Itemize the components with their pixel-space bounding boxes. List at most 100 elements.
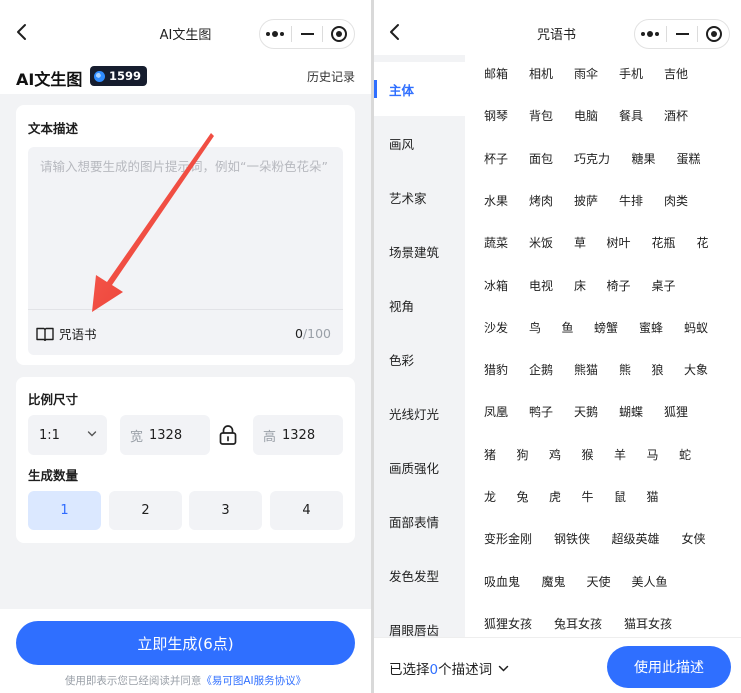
spell-tag[interactable]: 相机 [529, 65, 553, 82]
spell-tag[interactable]: 熊猫 [574, 361, 598, 378]
spell-tag[interactable]: 烤肉 [529, 192, 553, 209]
spell-tag[interactable]: 变形金刚 [484, 530, 532, 547]
spell-tag[interactable]: 羊 [614, 446, 626, 463]
spell-tag[interactable]: 吉他 [664, 65, 688, 82]
spell-tag[interactable]: 猴 [582, 446, 594, 463]
minimize-button[interactable] [292, 20, 323, 48]
spell-tag[interactable]: 鱼 [562, 319, 574, 336]
spell-tag[interactable]: 雨伞 [574, 65, 598, 82]
spell-tag[interactable]: 兔耳女孩 [554, 615, 602, 632]
spell-tag[interactable]: 钢琴 [484, 107, 508, 124]
spell-tag[interactable]: 大象 [684, 361, 708, 378]
close-miniprogram-button[interactable] [323, 20, 354, 48]
spell-tag[interactable]: 酒杯 [664, 107, 688, 124]
spell-tag[interactable]: 吸血鬼 [484, 573, 520, 590]
spell-tag[interactable]: 面包 [529, 150, 553, 167]
spell-tag[interactable]: 鸡 [549, 446, 561, 463]
count-option-3[interactable]: 3 [189, 491, 262, 530]
close-miniprogram-button[interactable] [698, 20, 729, 48]
spell-tag[interactable]: 牛排 [619, 192, 643, 209]
prompt-input[interactable] [28, 147, 343, 307]
lock-icon[interactable] [218, 424, 238, 446]
spell-tag[interactable]: 披萨 [574, 192, 598, 209]
category-item[interactable]: 面部表情 [374, 494, 465, 548]
spell-tag[interactable]: 狗 [517, 446, 529, 463]
generate-button[interactable]: 立即生成(6点) [16, 621, 355, 665]
use-description-button[interactable]: 使用此描述 [607, 646, 731, 688]
spell-tag[interactable]: 米饭 [529, 234, 553, 251]
spell-tag[interactable]: 蛇 [679, 446, 691, 463]
spell-tag[interactable]: 钢铁侠 [554, 530, 590, 547]
spellbook-button[interactable]: 咒语书 [36, 324, 97, 343]
spell-tag[interactable]: 草 [574, 234, 586, 251]
spell-tag[interactable]: 鸟 [529, 319, 541, 336]
spell-tag[interactable]: 水果 [484, 192, 508, 209]
height-field[interactable]: 高 1328 [253, 415, 343, 455]
spell-tag[interactable]: 蔬菜 [484, 234, 508, 251]
ratio-select[interactable]: 1:1 [28, 415, 107, 455]
spell-tag[interactable]: 企鹅 [529, 361, 553, 378]
spell-tag[interactable]: 餐具 [619, 107, 643, 124]
spell-tag[interactable]: 树叶 [607, 234, 631, 251]
spell-tag[interactable]: 猎豹 [484, 361, 508, 378]
spell-tag[interactable]: 魔鬼 [542, 573, 566, 590]
more-button[interactable] [260, 20, 291, 48]
count-option-2[interactable]: 2 [109, 491, 182, 530]
spell-tag[interactable]: 龙 [484, 488, 496, 505]
category-item[interactable]: 场景建筑 [374, 224, 465, 278]
spell-tag[interactable]: 蚂蚁 [684, 319, 708, 336]
spell-tag[interactable]: 牛 [582, 488, 594, 505]
spell-tag[interactable]: 凤凰 [484, 403, 508, 420]
spell-tag[interactable]: 手机 [619, 65, 643, 82]
spell-tag[interactable]: 猪 [484, 446, 496, 463]
spell-tag[interactable]: 天鹅 [574, 403, 598, 420]
spell-tag[interactable]: 蜜蜂 [639, 319, 663, 336]
spell-tag[interactable]: 桌子 [652, 277, 676, 294]
spell-tag[interactable]: 猫 [647, 488, 659, 505]
spell-tag[interactable]: 邮箱 [484, 65, 508, 82]
spell-tag[interactable]: 狐狸女孩 [484, 615, 532, 632]
spell-tag[interactable]: 女侠 [682, 530, 706, 547]
spell-tag[interactable]: 天使 [587, 573, 611, 590]
category-item[interactable]: 艺术家 [374, 170, 465, 224]
spell-tag[interactable]: 椅子 [607, 277, 631, 294]
spell-tag[interactable]: 狐狸 [664, 403, 688, 420]
spell-tag[interactable]: 鼠 [614, 488, 626, 505]
spell-tag[interactable]: 熊 [619, 361, 631, 378]
spell-tag[interactable]: 电视 [529, 277, 553, 294]
spell-tag[interactable]: 冰箱 [484, 277, 508, 294]
spell-tag[interactable]: 床 [574, 277, 586, 294]
spell-tag[interactable]: 美人鱼 [632, 573, 668, 590]
category-item[interactable]: 视角 [374, 278, 465, 332]
spell-tag[interactable]: 花瓶 [652, 234, 676, 251]
spell-tag[interactable]: 肉类 [664, 192, 688, 209]
spell-tag[interactable]: 花 [697, 234, 709, 251]
category-item[interactable]: 光线灯光 [374, 386, 465, 440]
spell-tag[interactable]: 蛋糕 [677, 150, 701, 167]
spell-tag[interactable]: 猫耳女孩 [624, 615, 672, 632]
spell-tag[interactable]: 巧克力 [574, 150, 610, 167]
count-option-1[interactable]: 1 [28, 491, 101, 530]
agreement-link[interactable]: 《易可图AI服务协议》 [201, 675, 306, 687]
selected-count-toggle[interactable]: 已选择0个描述词 [389, 658, 509, 678]
category-item[interactable]: 主体 [374, 62, 465, 116]
spell-tag[interactable]: 狼 [652, 361, 664, 378]
spell-tag[interactable]: 鸭子 [529, 403, 553, 420]
category-item[interactable]: 画质强化 [374, 440, 465, 494]
category-item[interactable]: 色彩 [374, 332, 465, 386]
spell-tag[interactable]: 超级英雄 [612, 530, 660, 547]
spell-tag[interactable]: 糖果 [632, 150, 656, 167]
more-button[interactable] [635, 20, 666, 48]
spell-tag[interactable]: 兔 [517, 488, 529, 505]
spell-tag[interactable]: 虎 [549, 488, 561, 505]
history-link[interactable]: 历史记录 [307, 68, 355, 85]
spell-tag[interactable]: 杯子 [484, 150, 508, 167]
spell-tag[interactable]: 螃蟹 [594, 319, 618, 336]
category-item[interactable]: 发色发型 [374, 548, 465, 602]
count-option-4[interactable]: 4 [270, 491, 343, 530]
spell-tag[interactable]: 沙发 [484, 319, 508, 336]
spell-tag[interactable]: 背包 [529, 107, 553, 124]
spell-tag[interactable]: 马 [647, 446, 659, 463]
minimize-button[interactable] [667, 20, 698, 48]
spell-tag[interactable]: 蝴蝶 [619, 403, 643, 420]
